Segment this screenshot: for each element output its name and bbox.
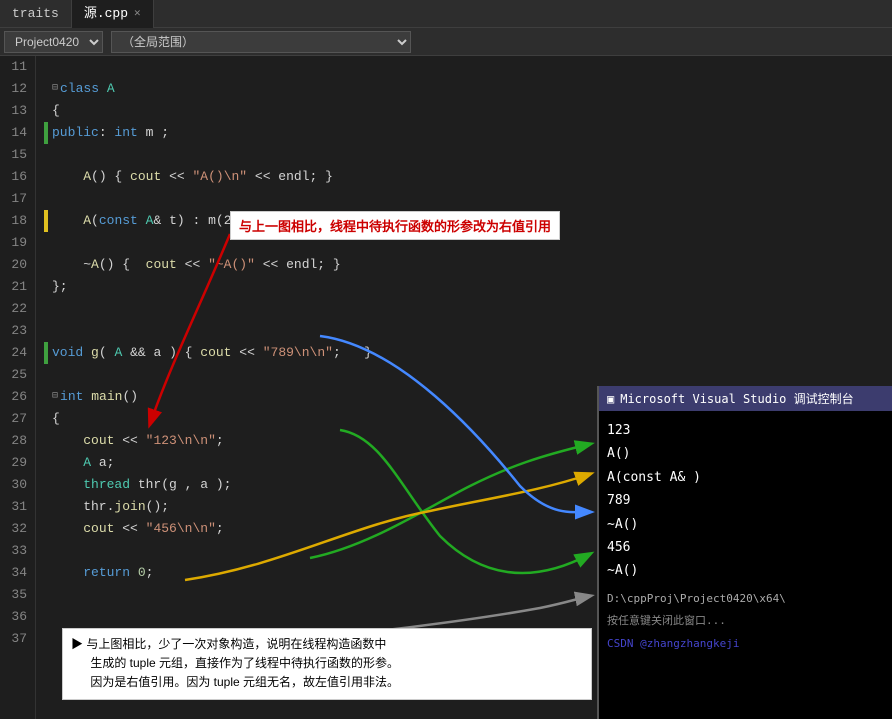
- code-line-23: [44, 320, 892, 342]
- console-body: 123 A() A(const A& ) 789 ~A() 456 ~A() D…: [599, 411, 892, 662]
- scope-select[interactable]: （全局范围）: [111, 31, 411, 53]
- editor-area: 11 12 13 14 15 16 17 18 19 20 21 22 23 2…: [0, 56, 892, 719]
- console-line-456: 456: [607, 536, 884, 559]
- code-line-13: {: [44, 100, 892, 122]
- console-panel: ▣ Microsoft Visual Studio 调试控制台 123 A() …: [597, 386, 892, 719]
- console-line-a: A(): [607, 442, 884, 465]
- line1-bullet: ▶: [71, 637, 86, 651]
- console-close-hint: 按任意键关闭此窗口...: [607, 611, 884, 631]
- code-line-22: [44, 298, 892, 320]
- console-line-aconst: A(const A& ): [607, 466, 884, 489]
- tab-traits-label: traits: [12, 0, 59, 28]
- annotation-top-text: 与上一图相比，线程中待执行函数的形参改为右值引用: [239, 219, 551, 234]
- annotation-top-box: 与上一图相比，线程中待执行函数的形参改为右值引用: [230, 211, 560, 240]
- annotation-bottom-line3: 因为是右值引用。因为 tuple 元组无名，故左值引用非法。: [71, 673, 583, 692]
- code-line-20: ~A() { cout << "~A()" << endl; }: [44, 254, 892, 276]
- annotation-bottom-box: ▶ 与上图相比，少了一次对象构造，说明在线程构造函数中 生成的 tuple 元组…: [62, 628, 592, 700]
- line-numbers: 11 12 13 14 15 16 17 18 19 20 21 22 23 2…: [0, 56, 36, 719]
- console-footer: CSDN @zhangzhangkeji: [607, 634, 884, 654]
- toolbar: Project0420 （全局范围）: [0, 28, 892, 56]
- code-line-17: [44, 188, 892, 210]
- tab-source[interactable]: 源.cpp ✕: [72, 0, 154, 28]
- code-line-24: void g( A && a ) { cout << "789\n\n"; }: [44, 342, 892, 364]
- code-line-21: };: [44, 276, 892, 298]
- code-line-11: [44, 56, 892, 78]
- console-line-destructor2: ~A(): [607, 559, 884, 582]
- console-titlebar: ▣ Microsoft Visual Studio 调试控制台: [599, 386, 892, 411]
- tab-bar: traits 源.cpp ✕: [0, 0, 892, 28]
- console-title: Microsoft Visual Studio 调试控制台: [620, 390, 853, 407]
- tab-traits[interactable]: traits: [0, 0, 72, 28]
- annotation-bottom-line1: ▶ 与上图相比，少了一次对象构造，说明在线程构造函数中: [71, 635, 583, 654]
- code-line-12: ⊟class A: [44, 78, 892, 100]
- tab-close-icon[interactable]: ✕: [134, 0, 141, 28]
- console-line-789: 789: [607, 489, 884, 512]
- tab-source-label: 源.cpp: [84, 0, 128, 28]
- annotation-bottom-line2: 生成的 tuple 元组，直接作为了线程中待执行函数的形参。: [71, 654, 583, 673]
- code-line-25: [44, 364, 892, 386]
- code-line-14: public: int m ;: [44, 122, 892, 144]
- console-icon: ▣: [607, 392, 614, 406]
- console-path: D:\cppProj\Project0420\x64\: [607, 589, 884, 609]
- code-line-16: A() { cout << "A()\n" << endl; }: [44, 166, 892, 188]
- console-line-destructor1: ~A(): [607, 513, 884, 536]
- console-line-123: 123: [607, 419, 884, 442]
- project-select[interactable]: Project0420: [4, 31, 103, 53]
- code-line-15: [44, 144, 892, 166]
- app-container: traits 源.cpp ✕ Project0420 （全局范围） 11 12 …: [0, 0, 892, 719]
